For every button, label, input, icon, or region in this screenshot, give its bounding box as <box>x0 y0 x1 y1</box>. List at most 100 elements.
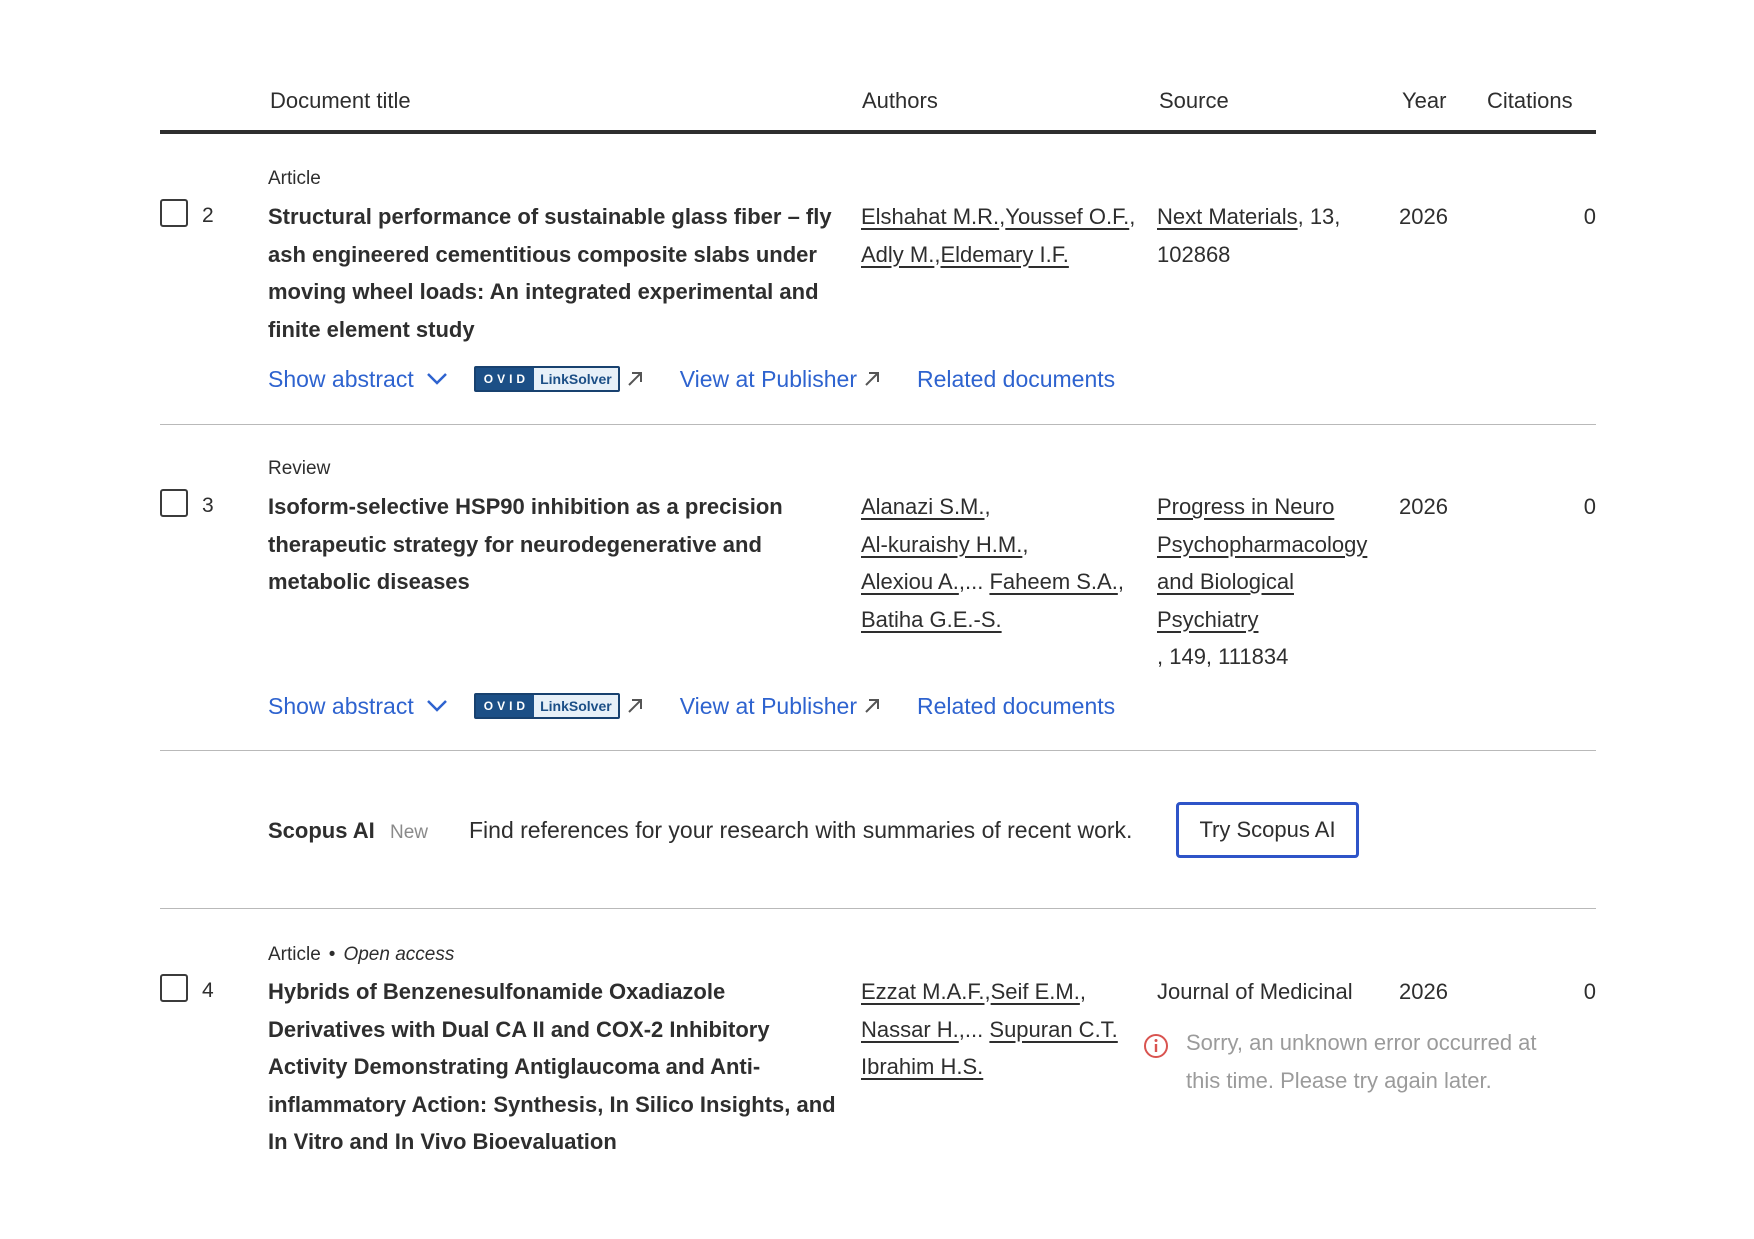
citations-value: 0 <box>1583 204 1596 229</box>
linksolver-label: LinkSolver <box>534 368 618 390</box>
banner-divider <box>160 908 1596 909</box>
source-line: Progress in Neuro <box>1157 494 1335 519</box>
ovid-linksolver-button[interactable]: OVID LinkSolver <box>473 366 620 392</box>
source-line: Psychiatry <box>1157 606 1259 632</box>
author-link[interactable]: Al-kuraishy H.M. <box>861 532 1022 557</box>
author-link[interactable]: Youssef O.F. <box>1005 204 1129 229</box>
title-line: finite element study <box>268 316 475 342</box>
document-title-link[interactable]: Isoform-selective HSP90 inhibition as a … <box>268 488 843 601</box>
year-value: 2026 <box>1399 204 1448 229</box>
source-line: Psychopharmacology <box>1157 531 1368 557</box>
title-line: In Vitro and In Vivo Bioevaluation <box>268 1129 617 1154</box>
author-link[interactable]: Seif E.M. <box>991 979 1080 1004</box>
row-checkbox[interactable] <box>160 199 188 227</box>
year-value: 2026 <box>1399 494 1448 519</box>
view-at-publisher-label: View at Publisher <box>679 692 857 719</box>
author-link[interactable]: Nassar H. <box>861 1017 959 1042</box>
row-checkbox[interactable] <box>160 489 188 517</box>
col-header-title[interactable]: Document title <box>270 88 411 114</box>
scopus-ai-title: Scopus AI <box>268 818 375 843</box>
show-abstract-button[interactable]: Show abstract <box>268 366 448 393</box>
citations-value: 0 <box>1583 494 1596 519</box>
author-link[interactable]: Alexiou A. <box>861 569 959 594</box>
author-link[interactable]: Supuran C.T. <box>989 1017 1117 1042</box>
title-line: ash engineered cementitious composite sl… <box>268 241 817 267</box>
new-badge: New <box>390 822 429 843</box>
title-line: Isoform-selective HSP90 inhibition as a … <box>268 494 783 519</box>
source-cell: Next Materials, 13, 102868 <box>1157 198 1387 273</box>
author-link[interactable]: Eldemary I.F. <box>940 242 1068 267</box>
title-line: moving wheel loads: An integrated experi… <box>268 279 819 304</box>
view-at-publisher-link[interactable]: View at Publisher <box>680 366 881 393</box>
author-link[interactable]: Adly M. <box>861 242 934 267</box>
document-title-link[interactable]: Hybrids of Benzenesulfonamide Oxadiazole… <box>268 973 848 1161</box>
error-info-icon <box>1144 1034 1168 1058</box>
external-link-icon <box>627 699 642 713</box>
view-at-publisher-link[interactable]: View at Publisher <box>680 693 881 720</box>
show-abstract-label: Show abstract <box>268 692 414 719</box>
authors-list: Elshahat M.R.,Youssef O.F., Adly M.,Elde… <box>861 204 1136 267</box>
chevron-down-icon <box>426 700 447 712</box>
row-actions: Show abstract OVID LinkSolver View at Pu… <box>268 688 1115 724</box>
row-number: 3 <box>202 494 214 517</box>
document-type: Article <box>268 944 321 965</box>
col-header-citations[interactable]: Citations <box>1487 88 1573 114</box>
header-divider <box>160 130 1596 134</box>
document-type: Article <box>268 168 321 189</box>
external-link-icon <box>627 372 642 386</box>
try-scopus-ai-button[interactable]: Try Scopus AI <box>1176 802 1359 858</box>
authors-list: Ezzat M.A.F.,Seif E.M., Nassar H.,... Su… <box>861 979 1118 1079</box>
author-link[interactable]: Elshahat M.R. <box>861 204 999 229</box>
source-cell: Progress in Neuro Psychopharmacology and… <box>1157 488 1397 676</box>
separator-dot: • <box>328 944 336 965</box>
document-title-link[interactable]: Structural performance of sustainable gl… <box>268 198 843 348</box>
show-abstract-button[interactable]: Show abstract <box>268 693 448 720</box>
row-divider <box>160 750 1596 751</box>
authors-list: Alanazi S.M., Al-kuraishy H.M., Alexiou … <box>861 494 1124 632</box>
title-line: Structural performance of sustainable gl… <box>268 204 832 229</box>
source-line: and Biological <box>1157 569 1294 594</box>
linksolver-label: LinkSolver <box>534 695 618 717</box>
source-volume: , 149, 111834 <box>1157 644 1289 669</box>
title-line: metabolic diseases <box>268 569 470 594</box>
row-number: 4 <box>202 979 214 1002</box>
col-header-authors: Authors <box>862 88 938 113</box>
open-access-label: Open access <box>343 944 455 965</box>
author-link[interactable]: Batiha G.E.-S. <box>861 607 1002 632</box>
show-abstract-label: Show abstract <box>268 365 414 392</box>
related-documents-link[interactable]: Related documents <box>917 366 1115 393</box>
external-link-icon <box>865 372 879 386</box>
source-name: Journal of Medicinal <box>1157 979 1353 1004</box>
title-line: Activity Demonstrating Antiglaucoma and … <box>268 1054 761 1079</box>
title-line: inflammatory Action: Synthesis, In Silic… <box>268 1091 836 1117</box>
title-line: Hybrids of Benzenesulfonamide Oxadiazole <box>268 979 726 1004</box>
source-link[interactable]: Progress in Neuro Psychopharmacology and… <box>1157 488 1397 638</box>
ovid-linksolver-button[interactable]: OVID LinkSolver <box>473 693 620 719</box>
row-divider <box>160 424 1596 425</box>
row-checkbox[interactable] <box>160 974 188 1002</box>
chevron-down-icon <box>426 373 447 385</box>
source-link[interactable]: Next Materials <box>1157 204 1298 229</box>
document-type: Review <box>268 458 331 479</box>
author-link[interactable]: Alanazi S.M. <box>861 494 985 519</box>
authors-ellipsis: ... <box>964 569 984 594</box>
ovid-logo: OVID <box>475 695 535 717</box>
view-at-publisher-label: View at Publisher <box>679 365 857 392</box>
citations-value: 0 <box>1583 979 1596 1004</box>
scopus-ai-description: Find references for your research with s… <box>469 817 1133 843</box>
authors-ellipsis: ... <box>964 1016 984 1042</box>
row-number: 2 <box>202 204 214 227</box>
title-line: therapeutic strategy for neurodegenerati… <box>268 531 762 557</box>
source-article-number: 102868 <box>1157 241 1231 267</box>
author-link[interactable]: Ibrahim H.S. <box>861 1054 983 1079</box>
row-actions: Show abstract OVID LinkSolver View at Pu… <box>268 361 1115 397</box>
title-line: Derivatives with Dual CA II and COX-2 In… <box>268 1016 770 1042</box>
ovid-logo: OVID <box>475 368 535 390</box>
document-meta: Article • Open access <box>268 944 454 966</box>
year-value: 2026 <box>1399 979 1448 1004</box>
author-link[interactable]: Ezzat M.A.F. <box>861 979 984 1004</box>
col-header-year[interactable]: Year <box>1402 88 1446 114</box>
col-header-source[interactable]: Source <box>1159 88 1229 114</box>
related-documents-link[interactable]: Related documents <box>917 693 1115 720</box>
author-link[interactable]: Faheem S.A. <box>989 569 1117 594</box>
